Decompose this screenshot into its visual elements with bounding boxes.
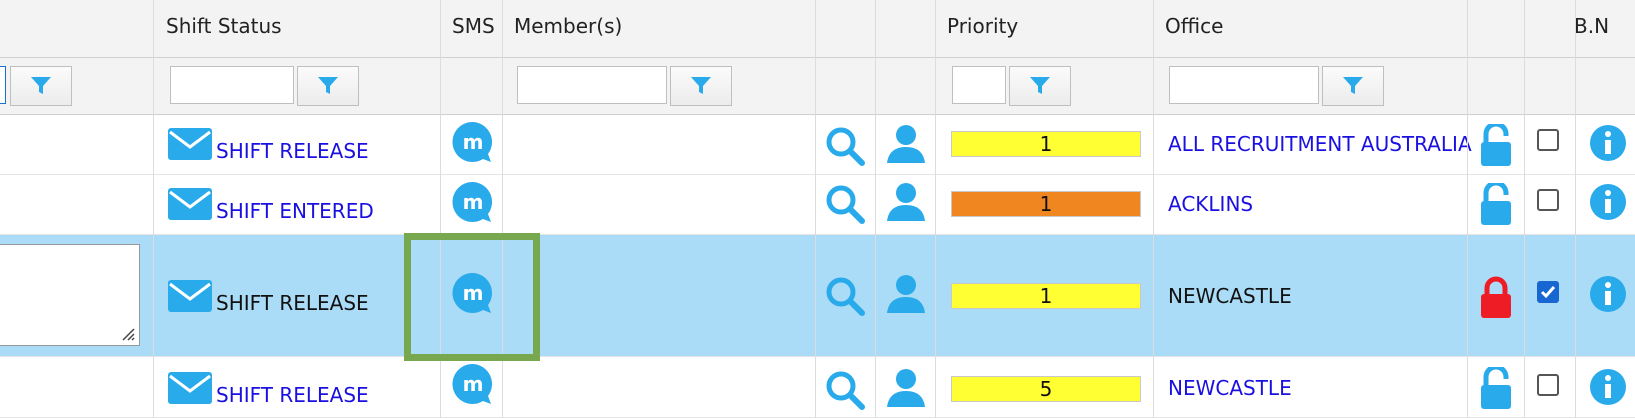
header-priority[interactable]: Priority bbox=[947, 14, 1018, 38]
checkmark-icon bbox=[1540, 286, 1556, 299]
office-text: NEWCASTLE bbox=[1168, 284, 1292, 308]
shift-status-text: SHIFT RELEASE bbox=[216, 291, 369, 315]
column-divider bbox=[1153, 0, 1154, 418]
highlight-box bbox=[404, 233, 540, 361]
sms-icon[interactable]: m bbox=[451, 180, 495, 224]
column-divider bbox=[935, 0, 936, 418]
search-icon[interactable] bbox=[824, 183, 866, 225]
filter-icon bbox=[691, 77, 711, 94]
envelope-icon[interactable] bbox=[168, 128, 212, 160]
search-icon[interactable] bbox=[824, 275, 866, 317]
header-shift-status[interactable]: Shift Status bbox=[166, 14, 282, 38]
search-icon[interactable] bbox=[824, 125, 866, 167]
column-divider bbox=[153, 0, 154, 418]
unlocked-lock-icon[interactable] bbox=[1479, 183, 1513, 225]
person-icon[interactable] bbox=[885, 181, 927, 223]
shift-status-link[interactable]: SHIFT ENTERED bbox=[216, 199, 374, 223]
filter-icon bbox=[1343, 77, 1363, 94]
info-icon[interactable] bbox=[1589, 124, 1627, 162]
shift-grid: Shift Status SMS Member(s) Priority Offi… bbox=[0, 0, 1635, 418]
filter-input-shift-status[interactable] bbox=[170, 66, 294, 104]
info-icon[interactable] bbox=[1589, 183, 1627, 221]
header-members[interactable]: Member(s) bbox=[514, 14, 622, 38]
unlocked-lock-icon[interactable] bbox=[1479, 367, 1513, 409]
priority-bar: 5 bbox=[951, 376, 1141, 402]
priority-bar: 1 bbox=[951, 191, 1141, 217]
filter-button-priority[interactable] bbox=[1009, 66, 1071, 106]
info-icon[interactable] bbox=[1589, 275, 1627, 313]
table-row-selected[interactable]: SHIFT RELEASE m 1 NEWCASTLE bbox=[0, 235, 1635, 357]
filter-row bbox=[0, 58, 1635, 115]
row-checkbox[interactable] bbox=[1537, 374, 1559, 396]
svg-text:m: m bbox=[463, 372, 484, 396]
person-icon[interactable] bbox=[885, 123, 927, 165]
svg-text:m: m bbox=[463, 190, 484, 214]
locked-lock-icon[interactable] bbox=[1479, 276, 1513, 318]
resize-handle-icon[interactable] bbox=[119, 325, 135, 341]
table-row[interactable]: SHIFT RELEASE m 1 ALL RECRUITMENT AUSTRA… bbox=[0, 115, 1635, 175]
header-sms[interactable]: SMS bbox=[452, 14, 495, 38]
filter-input-office[interactable] bbox=[1169, 66, 1319, 104]
column-divider bbox=[875, 0, 876, 418]
row-checkbox[interactable] bbox=[1537, 189, 1559, 211]
sms-icon[interactable]: m bbox=[451, 120, 495, 164]
filter-icon bbox=[1030, 77, 1050, 94]
filter-button-first[interactable] bbox=[10, 66, 72, 106]
envelope-icon[interactable] bbox=[168, 188, 212, 220]
envelope-icon[interactable] bbox=[168, 372, 212, 404]
column-divider bbox=[1524, 0, 1525, 418]
priority-bar: 1 bbox=[951, 283, 1141, 309]
filter-button-office[interactable] bbox=[1322, 66, 1384, 106]
column-divider bbox=[1467, 0, 1468, 418]
table-row[interactable]: SHIFT ENTERED m 1 ACKLINS bbox=[0, 175, 1635, 235]
filter-input-members[interactable] bbox=[517, 66, 667, 104]
info-icon[interactable] bbox=[1589, 368, 1627, 406]
row-checkbox-checked[interactable] bbox=[1537, 281, 1559, 303]
search-icon[interactable] bbox=[824, 369, 866, 411]
priority-bar: 1 bbox=[951, 131, 1141, 157]
filter-icon bbox=[31, 77, 51, 94]
office-link[interactable]: ALL RECRUITMENT AUSTRALIA bbox=[1168, 132, 1472, 156]
filter-button-members[interactable] bbox=[670, 66, 732, 106]
filter-input-first[interactable] bbox=[0, 66, 6, 104]
column-divider bbox=[1575, 0, 1576, 418]
table-row[interactable]: SHIFT RELEASE m 5 NEWCASTLE bbox=[0, 357, 1635, 418]
column-divider bbox=[815, 0, 816, 418]
sms-icon[interactable]: m bbox=[451, 362, 495, 406]
unlocked-lock-icon[interactable] bbox=[1479, 124, 1513, 166]
filter-button-shift-status[interactable] bbox=[297, 66, 359, 106]
notes-textarea[interactable] bbox=[0, 244, 140, 346]
grid-header: Shift Status SMS Member(s) Priority Offi… bbox=[0, 0, 1635, 58]
header-office[interactable]: Office bbox=[1165, 14, 1223, 38]
envelope-icon[interactable] bbox=[168, 280, 212, 312]
filter-icon bbox=[318, 77, 338, 94]
office-link[interactable]: ACKLINS bbox=[1168, 192, 1253, 216]
office-link[interactable]: NEWCASTLE bbox=[1168, 376, 1292, 400]
row-checkbox[interactable] bbox=[1537, 129, 1559, 151]
shift-status-link[interactable]: SHIFT RELEASE bbox=[216, 383, 369, 407]
header-bn[interactable]: B.N bbox=[1574, 14, 1609, 38]
svg-text:m: m bbox=[463, 130, 484, 154]
person-icon[interactable] bbox=[885, 367, 927, 409]
person-icon[interactable] bbox=[885, 273, 927, 315]
shift-status-link[interactable]: SHIFT RELEASE bbox=[216, 139, 369, 163]
filter-input-priority[interactable] bbox=[952, 66, 1006, 104]
